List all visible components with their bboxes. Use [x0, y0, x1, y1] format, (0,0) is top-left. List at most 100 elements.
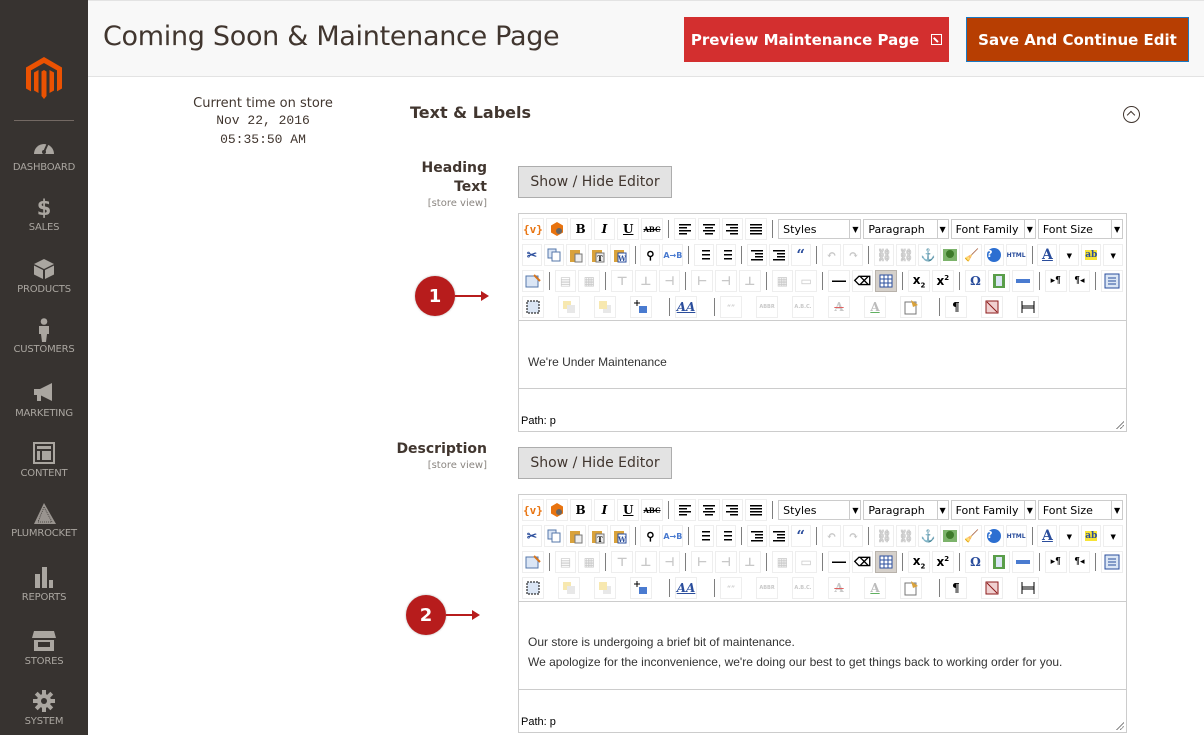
nav-stores[interactable]: STORES: [0, 630, 88, 692]
magento-widget-icon[interactable]: [545, 218, 568, 240]
delete-row-icon[interactable]: ⊣: [658, 270, 681, 292]
insert-table-icon[interactable]: [875, 270, 898, 292]
insert-col-after-icon[interactable]: ⊣: [715, 270, 737, 292]
copy-icon[interactable]: [543, 244, 564, 266]
cite-icon[interactable]: “”: [720, 577, 742, 599]
magento-widget-icon[interactable]: [545, 499, 568, 521]
paste-word-icon[interactable]: W: [609, 244, 630, 266]
media-icon[interactable]: [988, 551, 1011, 573]
heading-editor-content[interactable]: We're Under Maintenance: [519, 321, 1126, 389]
variable-icon[interactable]: {v}: [522, 218, 544, 240]
replace-icon[interactable]: A→B: [662, 244, 684, 266]
page-break-icon[interactable]: [1017, 577, 1039, 599]
cut-icon[interactable]: ✂: [522, 244, 542, 266]
fullscreen-icon[interactable]: [1101, 551, 1124, 573]
align-left-icon[interactable]: [673, 218, 696, 240]
redo-icon[interactable]: ↷: [843, 525, 864, 547]
abbr-icon[interactable]: ABBR: [756, 577, 778, 599]
blockquote-icon[interactable]: “: [790, 244, 811, 266]
attributes-icon[interactable]: [900, 577, 922, 599]
align-center-icon[interactable]: [697, 499, 720, 521]
styleprops-icon[interactable]: AA: [675, 296, 697, 318]
merge-cells-icon[interactable]: ▭: [795, 270, 818, 292]
magento-logo[interactable]: [26, 57, 62, 99]
paste-word-icon[interactable]: W: [609, 525, 630, 547]
highlight-color-icon[interactable]: ab: [1081, 525, 1102, 547]
outdent-icon[interactable]: [746, 525, 767, 547]
copy-icon[interactable]: [543, 525, 564, 547]
unlink-icon[interactable]: ⛓: [896, 244, 917, 266]
delete-col-icon[interactable]: ⊥: [738, 551, 761, 573]
align-right-icon[interactable]: [721, 218, 744, 240]
nav-dashboard[interactable]: DASHBOARD: [0, 136, 88, 198]
horizontal-rule-icon[interactable]: [828, 551, 850, 573]
align-justify-icon[interactable]: [745, 499, 768, 521]
image-icon[interactable]: [939, 525, 960, 547]
insert-col-after-icon[interactable]: ⊣: [715, 551, 737, 573]
align-left-icon[interactable]: [673, 499, 696, 521]
show-invisible-icon[interactable]: ¶: [945, 296, 967, 318]
table-edit-icon[interactable]: [522, 551, 544, 573]
move-forward-icon[interactable]: [558, 296, 580, 318]
indent-icon[interactable]: [768, 244, 789, 266]
anchor-icon[interactable]: ⚓: [918, 244, 938, 266]
paste-icon[interactable]: [565, 525, 586, 547]
numbered-list-icon[interactable]: [716, 244, 737, 266]
text-color-icon[interactable]: A: [1037, 525, 1058, 547]
horizontal-rule-icon[interactable]: [828, 270, 850, 292]
text-color-dropdown[interactable]: ▼: [1059, 244, 1080, 266]
cleanup-icon[interactable]: 🧹: [961, 244, 982, 266]
acronym-icon[interactable]: A.B.C.: [792, 296, 814, 318]
remove-format-icon[interactable]: ⌫: [851, 270, 874, 292]
styles-select[interactable]: Styles ▼: [778, 219, 862, 239]
fullscreen-icon[interactable]: [1101, 270, 1124, 292]
align-justify-icon[interactable]: [745, 218, 768, 240]
superscript-icon[interactable]: x2: [931, 551, 954, 573]
insert-col-before-icon[interactable]: ⊢: [691, 551, 714, 573]
special-char-icon[interactable]: Ω: [964, 270, 987, 292]
insert-table-icon[interactable]: [875, 551, 898, 573]
advanced-hr-icon[interactable]: [1012, 270, 1034, 292]
undo-icon[interactable]: ↶: [821, 525, 842, 547]
paste-text-icon[interactable]: T: [587, 525, 608, 547]
move-backward-icon[interactable]: [594, 577, 616, 599]
table-edit-icon[interactable]: [522, 270, 544, 292]
font-family-select[interactable]: Font Family ▼: [950, 500, 1036, 520]
anchor-icon[interactable]: ⚓: [918, 525, 938, 547]
table-row-props-icon[interactable]: ▤: [554, 270, 577, 292]
bold-icon[interactable]: B: [569, 499, 592, 521]
underline-icon[interactable]: U: [617, 499, 640, 521]
replace-icon[interactable]: A→B: [662, 525, 684, 547]
insert-layer-icon[interactable]: [522, 577, 544, 599]
strikethrough-icon[interactable]: ABC: [641, 499, 663, 521]
ltr-icon[interactable]: ▸¶: [1044, 270, 1067, 292]
move-forward-icon[interactable]: [558, 577, 580, 599]
advanced-hr-icon[interactable]: [1012, 551, 1034, 573]
absolute-position-icon[interactable]: [630, 296, 652, 318]
paste-icon[interactable]: [565, 244, 586, 266]
remove-format-icon[interactable]: ⌫: [851, 551, 874, 573]
cut-icon[interactable]: ✂: [522, 525, 542, 547]
variable-icon[interactable]: {v}: [522, 499, 544, 521]
html-source-icon[interactable]: HTML: [1005, 244, 1027, 266]
table-cell-props-icon[interactable]: ▦: [578, 270, 601, 292]
text-color-icon[interactable]: A: [1037, 244, 1058, 266]
delete-text-icon[interactable]: A: [828, 296, 850, 318]
show-invisible-icon[interactable]: ¶: [945, 577, 967, 599]
text-color-dropdown[interactable]: ▼: [1059, 525, 1080, 547]
strikethrough-icon[interactable]: ABC: [641, 218, 663, 240]
format-select[interactable]: Paragraph ▼: [863, 219, 949, 239]
italic-icon[interactable]: I: [593, 218, 616, 240]
image-icon[interactable]: [939, 244, 960, 266]
rtl-icon[interactable]: ¶◂: [1068, 270, 1091, 292]
insert-col-before-icon[interactable]: ⊢: [691, 270, 714, 292]
move-backward-icon[interactable]: [594, 296, 616, 318]
insert-row-after-icon[interactable]: ⊥: [634, 270, 657, 292]
insert-text-icon[interactable]: A: [864, 577, 886, 599]
subscript-icon[interactable]: x2: [908, 270, 930, 292]
nav-marketing[interactable]: MARKETING: [0, 382, 88, 444]
font-family-select[interactable]: Font Family ▼: [950, 219, 1036, 239]
insert-row-before-icon[interactable]: ⊤: [611, 551, 633, 573]
preview-maintenance-page-button[interactable]: Preview Maintenance Page: [684, 17, 949, 62]
link-icon[interactable]: ⛓: [874, 525, 895, 547]
